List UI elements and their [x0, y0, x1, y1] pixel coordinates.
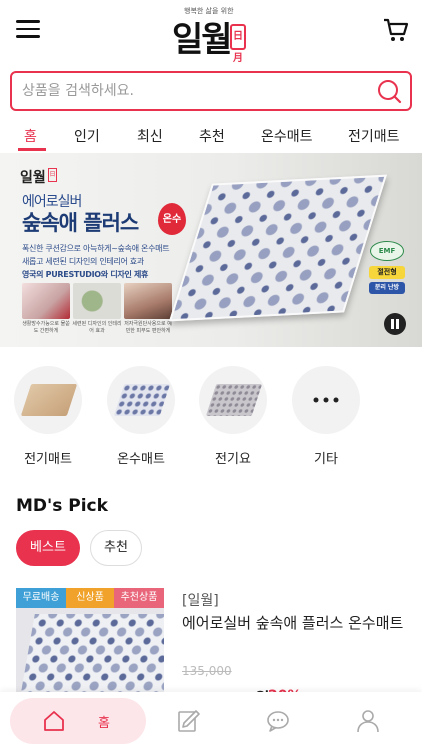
more-icon: [313, 397, 339, 403]
banner-separate-badge: 분리 난방: [369, 282, 405, 294]
product-mat-image: [17, 614, 164, 698]
tab-home[interactable]: 홈: [24, 126, 37, 146]
brand-logo[interactable]: 행복한 삶을 위한 일월 日月: [170, 6, 260, 64]
badge-free-shipping: 무료배송: [16, 588, 66, 608]
tab-popular[interactable]: 인기: [74, 126, 100, 146]
chip-recommended[interactable]: 추천: [90, 530, 142, 566]
banner-brand-seal: 日: [48, 168, 57, 182]
category-image: [14, 366, 82, 434]
app-header: 행복한 삶을 위한 일월 日月: [0, 0, 422, 64]
chat-icon[interactable]: [266, 708, 292, 734]
product-brand: [일월]: [182, 593, 219, 609]
badge-recommended: 추천상품: [114, 588, 164, 608]
category-image: [292, 366, 360, 434]
banner-drop-badge: 온수: [158, 203, 186, 235]
category-label: 기타: [314, 452, 338, 467]
category-label: 전기요: [215, 452, 251, 467]
review-icon[interactable]: [176, 708, 202, 734]
category-label: 온수매트: [117, 452, 165, 467]
tab-new[interactable]: 최신: [137, 126, 163, 146]
category-hot-water-mat[interactable]: 온수매트: [106, 366, 176, 467]
search-bar: [10, 71, 412, 111]
product-image[interactable]: 무료배송 신상품 추천상품: [16, 588, 164, 698]
category-label: 전기매트: [24, 452, 72, 467]
home-icon: [44, 711, 64, 731]
nav-home[interactable]: 홈: [10, 698, 146, 744]
cart-icon[interactable]: [382, 16, 410, 44]
banner-caption-2: 세련된 디자인의 인테리어 효과: [72, 321, 122, 334]
banner-photo-design: [73, 283, 121, 319]
nav-home-label: 홈: [98, 716, 110, 731]
user-icon[interactable]: [355, 708, 381, 734]
promo-banner[interactable]: 일월 日 에어로실버 숲속애 플러스 온수 폭신한 쿠션감으로 아늑하게~숲속애…: [0, 153, 422, 347]
menu-icon[interactable]: [16, 20, 40, 40]
banner-caption-3: 저자극원단사용으로 예민한 피부도 편안하게: [124, 321, 172, 334]
hot-water-mat-thumb: [113, 384, 171, 416]
badge-new: 신상품: [66, 588, 114, 608]
chip-best[interactable]: 베스트: [16, 530, 80, 566]
pause-icon[interactable]: [384, 313, 406, 335]
tab-recommended[interactable]: 추천: [199, 126, 225, 146]
tab-active-indicator: [18, 148, 46, 151]
category-image: [107, 366, 175, 434]
banner-title: 숲속애 플러스: [22, 211, 139, 235]
banner-line-3: 영국의 PURESTUDIO와 디자인 제휴: [22, 270, 149, 279]
logo-seal: 日月: [230, 24, 246, 64]
category-other[interactable]: 기타: [291, 366, 361, 467]
banner-emf-badge: EMF: [370, 241, 404, 261]
banner-line-2: 새롭고 세련된 디자인의 인테리어 효과: [22, 257, 144, 266]
section-title: MD's Pick: [16, 496, 108, 516]
category-tabs: 홈 인기 최신 추천 온수매트 전기매트: [0, 120, 422, 152]
tab-electric-mat[interactable]: 전기매트: [348, 126, 400, 146]
banner-mat-image: [169, 174, 387, 322]
banner-photo-waterproof: [22, 283, 70, 319]
electric-mat-thumb: [20, 384, 78, 416]
bottom-nav: 홈: [0, 692, 422, 750]
product-original-price: 135,000: [182, 664, 232, 678]
electric-blanket-thumb: [205, 384, 263, 416]
app-screen: 행복한 삶을 위한 일월 日月 홈 인기 최신 추천 온수매트 전기매트 일월 …: [0, 0, 422, 750]
search-input[interactable]: [22, 73, 362, 109]
product-name[interactable]: 에어로실버 숲속애 플러스 온수매트: [182, 612, 407, 635]
tab-hot-water-mat[interactable]: 온수매트: [261, 126, 313, 146]
banner-saving-badge: 절전형: [369, 266, 405, 279]
banner-line-1: 폭신한 쿠션감으로 아늑하게~숲속애 온수매트: [22, 244, 170, 253]
category-electric-blanket[interactable]: 전기요: [198, 366, 268, 467]
logo-text: 일월: [172, 20, 233, 60]
category-electric-mat[interactable]: 전기매트: [13, 366, 83, 467]
category-image: [199, 366, 267, 434]
search-icon[interactable]: [376, 78, 402, 104]
banner-photo-comfort: [124, 283, 172, 319]
banner-brand: 일월: [20, 170, 46, 186]
banner-caption-1: 생활방수가능으로 물쏟도 간편하게: [22, 321, 70, 334]
